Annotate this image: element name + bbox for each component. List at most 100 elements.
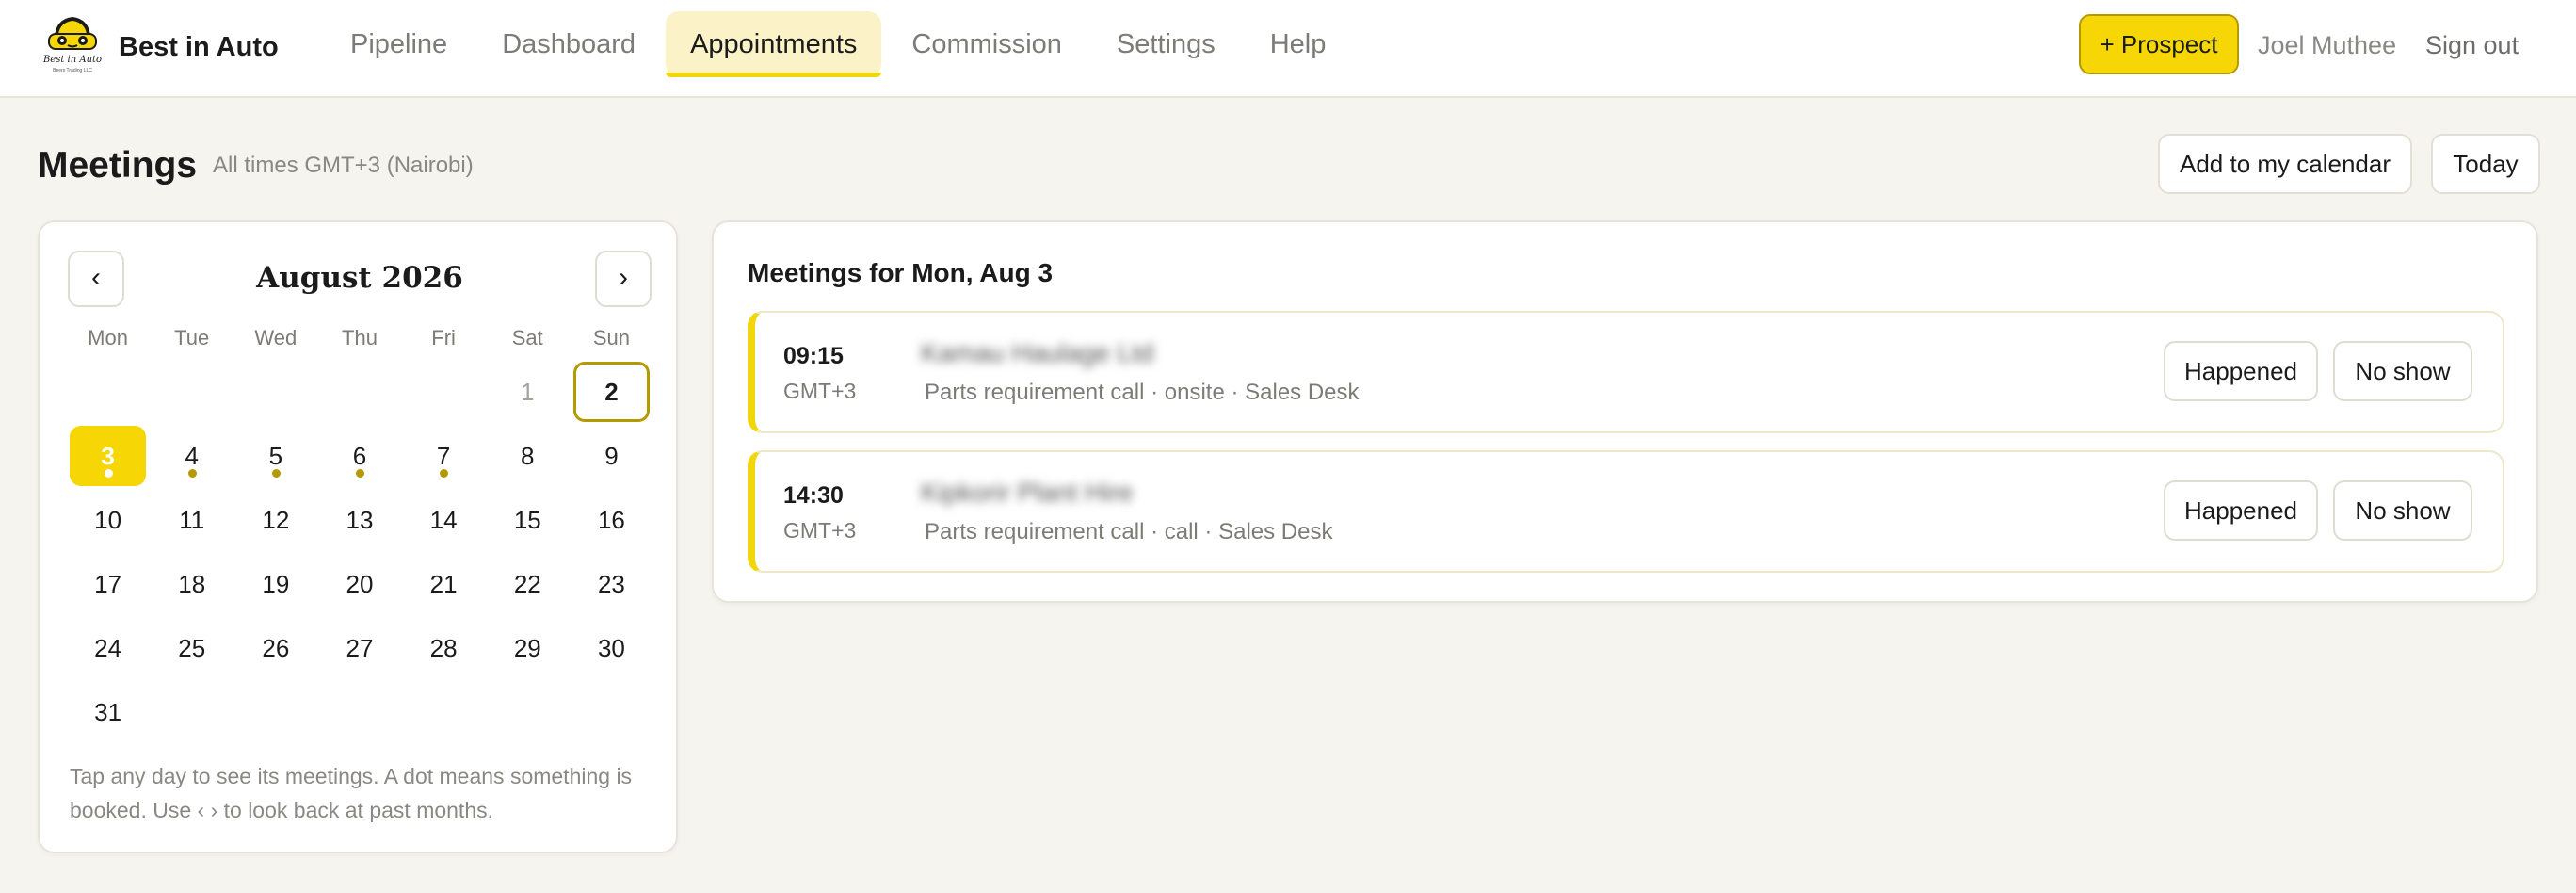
calendar-day-16[interactable]: 16: [573, 490, 650, 550]
day-number: 29: [513, 634, 541, 662]
weekday-label: Tue: [174, 326, 210, 349]
calendar-day-13[interactable]: 13: [321, 490, 397, 550]
calendar-empty-cell: [153, 682, 230, 742]
calendar-day-10[interactable]: 10: [70, 490, 146, 550]
weekday-label: Fri: [431, 326, 456, 349]
calendar-empty-cell: [490, 682, 566, 742]
calendar-day-19[interactable]: 19: [237, 554, 314, 614]
calendar-day-4[interactable]: 4: [153, 426, 230, 486]
booking-dot-icon: [187, 469, 197, 478]
calendar-day-23[interactable]: 23: [573, 554, 650, 614]
meeting-timezone: GMT+3: [783, 379, 857, 403]
sign-out-link[interactable]: Sign out: [2425, 28, 2519, 62]
day-number: 22: [513, 570, 541, 598]
meeting-item: 14:30 GMT+3 Kipkorir Plant Hire Parts re…: [748, 450, 2504, 573]
calendar-month-label: August 2026: [256, 261, 463, 295]
logo-subcaption: Beers Trading LLC: [53, 68, 92, 73]
weekday-label: Mon: [88, 326, 128, 349]
meeting-time: 14:30: [783, 482, 844, 509]
nav-item-dashboard[interactable]: Dashboard: [477, 11, 660, 77]
nav-item-pipeline[interactable]: Pipeline: [326, 11, 472, 77]
weekday-label: Sun: [592, 326, 630, 349]
calendar-empty-cell: [321, 682, 397, 742]
calendar-day-15[interactable]: 15: [490, 490, 566, 550]
booking-dot-icon: [440, 469, 449, 478]
meeting-details: Parts requirement call · call · Sales De…: [925, 519, 1333, 544]
calendar-day-28[interactable]: 28: [406, 618, 482, 678]
calendar-day-30[interactable]: 30: [573, 618, 650, 678]
booking-dot-icon: [271, 469, 281, 478]
meeting-client-name[interactable]: Kamau Haulage Ltd: [921, 337, 1154, 369]
no-show-button[interactable]: No show: [2333, 341, 2472, 401]
meeting-details: Parts requirement call · onsite · Sales …: [925, 380, 1360, 405]
calendar-day-17[interactable]: 17: [70, 554, 146, 614]
calendar-empty-cell: [321, 362, 397, 422]
nav-item-settings[interactable]: Settings: [1092, 11, 1240, 77]
next-month-button[interactable]: ›: [595, 251, 652, 307]
day-number: 23: [597, 570, 625, 598]
calendar-day-31[interactable]: 31: [70, 682, 146, 742]
calendar-card: ‹ August 2026 › Mon Tue Wed Thu Fri Sat …: [38, 220, 678, 853]
meeting-client-name[interactable]: Kipkorir Plant Hire: [921, 477, 1134, 509]
calendar-day-7[interactable]: 7: [406, 426, 482, 486]
calendar-day-22[interactable]: 22: [490, 554, 566, 614]
day-number: 18: [178, 570, 206, 598]
meeting-item: 09:15 GMT+3 Kamau Haulage Ltd Parts requ…: [748, 311, 2504, 433]
day-number: 8: [521, 442, 535, 470]
happened-button[interactable]: Happened: [2164, 480, 2318, 541]
calendar-week-row: 3 4 5 6 7 8 9: [66, 424, 653, 488]
day-number: 5: [268, 442, 283, 470]
calendar-empty-cell: [70, 362, 146, 422]
no-show-button[interactable]: No show: [2333, 480, 2472, 541]
calendar-day-3[interactable]: 3: [70, 426, 147, 486]
calendar-day-26[interactable]: 26: [237, 618, 314, 678]
timezone-note: All times GMT+3 (Nairobi): [213, 153, 474, 178]
day-number: 11: [179, 506, 205, 534]
nav-item-appointments[interactable]: Appointments: [666, 11, 882, 77]
calendar-day-24[interactable]: 24: [70, 618, 146, 678]
day-number: 6: [352, 442, 367, 470]
add-prospect-button[interactable]: + Prospect: [2079, 14, 2239, 74]
day-number: 14: [429, 506, 458, 534]
day-number: 19: [262, 570, 290, 598]
day-number: 10: [94, 506, 122, 534]
today-button[interactable]: Today: [2431, 134, 2540, 194]
calendar-day-6[interactable]: 6: [321, 426, 397, 486]
happened-button[interactable]: Happened: [2164, 341, 2318, 401]
meeting-time: 09:15: [783, 343, 844, 369]
user-name: Joel Muthee: [2258, 31, 2397, 59]
weekday-label: Wed: [254, 326, 298, 349]
calendar-day-14[interactable]: 14: [406, 490, 482, 550]
calendar-day-12[interactable]: 12: [237, 490, 314, 550]
calendar-day-9[interactable]: 9: [573, 426, 650, 486]
day-number: 12: [262, 506, 290, 534]
calendar-week-row: 10 11 12 13 14 15 16: [66, 488, 653, 552]
meetings-card: Meetings for Mon, Aug 3 09:15 GMT+3 Kama…: [712, 220, 2538, 603]
calendar-empty-cell: [237, 682, 314, 742]
calendar-day-8[interactable]: 8: [490, 426, 566, 486]
calendar-day-27[interactable]: 27: [321, 618, 397, 678]
calendar-day-5[interactable]: 5: [237, 426, 314, 486]
calendar-day-1[interactable]: 1: [490, 362, 566, 422]
nav-item-help[interactable]: Help: [1246, 11, 1351, 77]
nav-item-commission[interactable]: Commission: [887, 11, 1087, 77]
calendar-day-11[interactable]: 11: [153, 490, 230, 550]
day-number: 21: [429, 570, 458, 598]
meetings-heading: Meetings for Mon, Aug 3: [748, 258, 1054, 287]
calendar-empty-cell: [406, 362, 482, 422]
calendar-day-2[interactable]: 2: [572, 362, 650, 422]
weekday-label: Thu: [342, 326, 378, 349]
calendar-day-21[interactable]: 21: [406, 554, 482, 614]
calendar-weeks: 1 2 3 4 5 6 7 8 9 10 11 12 13 14 15 16 17 18 19 20 21 22 23 24 2…: [66, 360, 653, 744]
day-number: 13: [346, 506, 374, 534]
add-to-calendar-button[interactable]: Add to my calendar: [2158, 134, 2412, 194]
meeting-timezone: GMT+3: [783, 518, 857, 543]
calendar-day-29[interactable]: 29: [490, 618, 566, 678]
calendar-day-18[interactable]: 18: [153, 554, 230, 614]
calendar-day-20[interactable]: 20: [321, 554, 397, 614]
calendar-day-25[interactable]: 25: [153, 618, 230, 678]
day-number: 27: [346, 634, 374, 662]
prev-month-button[interactable]: ‹: [68, 251, 124, 307]
day-number: 2: [604, 378, 619, 406]
brand-logo[interactable]: Best in Auto Beers Trading LLC: [41, 11, 104, 79]
